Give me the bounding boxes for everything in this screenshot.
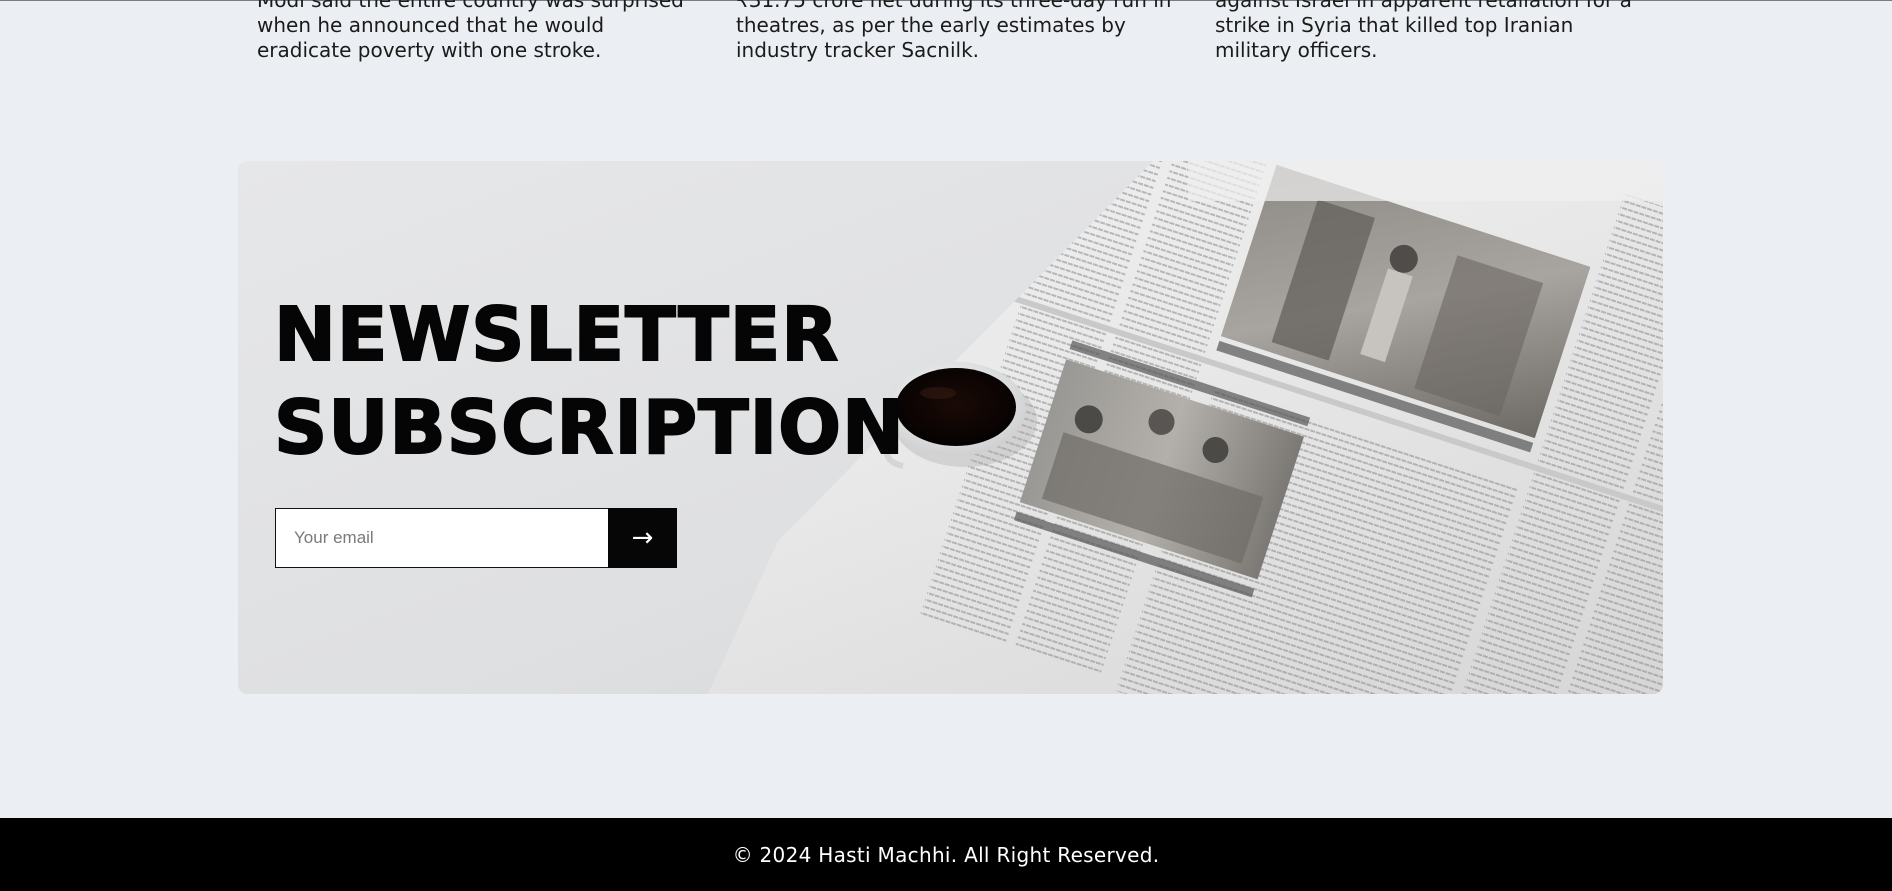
news-snippet-1-line-2: when he announced that he would [257, 13, 605, 37]
newsletter-section: NEWSLETTER SUBSCRIPTION → [238, 161, 1663, 694]
news-snippet-3-line-3: military officers. [1215, 38, 1378, 62]
newsletter-title-line-1: NEWSLETTER [273, 291, 840, 379]
news-snippet-3[interactable]: against Israel in apparent retaliation f… [1215, 0, 1655, 63]
news-snippet-2-line-2: theatres, as per the early estimates by [736, 13, 1126, 37]
news-snippet-2[interactable]: ₹31.75 crore net during its three-day ru… [736, 0, 1176, 63]
news-snippet-2-line-3: industry tracker Sacnilk. [736, 38, 980, 62]
news-snippet-1-line-3: eradicate poverty with one stroke. [257, 38, 602, 62]
arrow-right-icon: → [631, 523, 654, 553]
news-snippet-1-line-1: Modi said the entire country was surpris… [257, 0, 684, 12]
news-snippet-1[interactable]: Modi said the entire country was surpris… [257, 0, 697, 63]
news-snippet-3-line-1: against Israel in apparent retaliation f… [1215, 0, 1632, 12]
subscribe-arrow-button[interactable]: → [608, 508, 677, 568]
subscribe-form: → [275, 508, 677, 568]
newsletter-title: NEWSLETTER SUBSCRIPTION [273, 289, 905, 475]
news-snippet-3-line-2: strike in Syria that killed top Iranian [1215, 13, 1574, 37]
news-snippet-2-line-1: ₹31.75 crore net during its three-day ru… [736, 0, 1172, 12]
footer: © 2024 Hasti Machhi. All Right Reserved. [0, 818, 1892, 891]
newsletter-title-line-2: SUBSCRIPTION [273, 384, 905, 472]
email-input[interactable] [275, 508, 608, 568]
copyright-text: © 2024 Hasti Machhi. All Right Reserved. [732, 842, 1160, 867]
